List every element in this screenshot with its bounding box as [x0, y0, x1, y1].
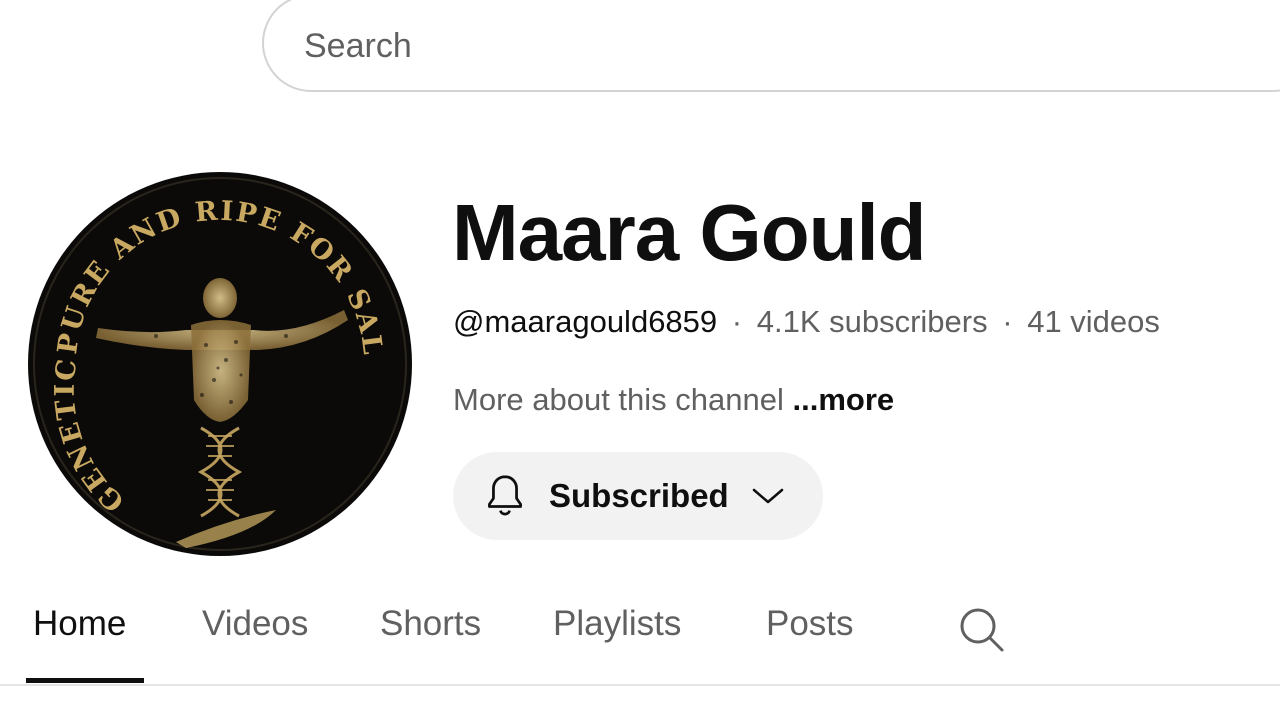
channel-about[interactable]: More about this channel ...more: [453, 380, 894, 420]
avatar-logo-image: PURE AND RIPE FOR SALVATION GENETICALLY: [13, 146, 412, 556]
tab-home[interactable]: Home: [33, 604, 126, 644]
channel-tabs: Home Videos Shorts Playlists Posts: [0, 588, 1280, 686]
search-icon[interactable]: [956, 604, 1006, 654]
about-text: More about this channel: [453, 382, 784, 417]
channel-page: PURE AND RIPE FOR SALVATION GENETICALLY: [0, 0, 1280, 720]
search-input[interactable]: [304, 26, 904, 66]
subscribed-label: Subscribed: [549, 477, 729, 514]
meta-separator: ·: [1002, 304, 1013, 339]
more-link[interactable]: ...more: [793, 382, 895, 417]
tab-playlists[interactable]: Playlists: [553, 604, 681, 644]
tab-videos[interactable]: Videos: [202, 604, 308, 644]
channel-meta: @maaragould6859 · 4.1K subscribers · 41 …: [453, 302, 1160, 342]
subscribed-button[interactable]: Subscribed: [453, 452, 823, 540]
search-box[interactable]: [262, 0, 1280, 92]
chevron-down-icon: [752, 488, 783, 504]
subscriber-count: 4.1K subscribers: [756, 304, 988, 339]
meta-separator: ·: [731, 304, 743, 339]
channel-handle: @maaragould6859: [453, 304, 718, 339]
tab-posts[interactable]: Posts: [766, 604, 854, 644]
channel-name: Maara Gould: [452, 188, 927, 277]
tab-shorts[interactable]: Shorts: [380, 604, 481, 644]
video-count: 41 videos: [1027, 304, 1160, 339]
channel-avatar[interactable]: PURE AND RIPE FOR SALVATION GENETICALLY: [13, 146, 414, 558]
active-tab-indicator: [26, 678, 144, 683]
bell-icon: [488, 475, 522, 516]
